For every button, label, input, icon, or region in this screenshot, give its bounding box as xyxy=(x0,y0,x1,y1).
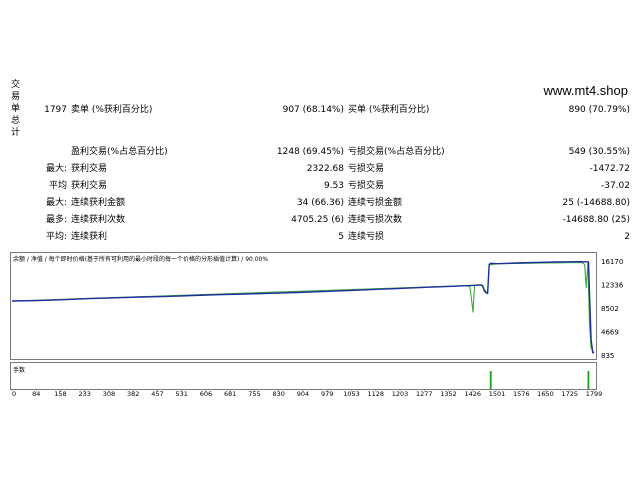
summary-cell-label: 连续获利 xyxy=(71,232,108,242)
y-tick-label: 8502 xyxy=(601,305,619,313)
summary-cell-value: 1248 (69.45%) xyxy=(276,147,344,157)
summary-cell-value: 9.53 xyxy=(323,181,344,191)
summary-cell-value: 25 (-14688.80) xyxy=(562,198,630,208)
summary-cell-value: 2322.68 xyxy=(306,164,344,174)
summary-cell-value: -37.02 xyxy=(600,181,630,191)
volume-bar xyxy=(587,371,590,389)
volume-bar xyxy=(489,371,492,389)
summary-cell-label: 盈利交易(%占总百分比) xyxy=(71,147,168,157)
summary-cell-prefix: 最大: xyxy=(45,164,67,174)
summary-cell-prefix: 平均: xyxy=(45,232,67,242)
balance-chart: 余额 / 净值 / 每个即时价格(基于所有可利用的最小时段的每一个价格的分形插值… xyxy=(10,252,624,397)
summary-cell-label: 连续亏损次数 xyxy=(348,215,403,225)
sidebar-char: 单 xyxy=(11,104,21,114)
summary-cell-label: 连续亏损金额 xyxy=(348,198,403,208)
chart-header: 余额 / 净值 / 每个即时价格(基于所有可利用的最小时段的每一个价格的分形插值… xyxy=(13,255,268,263)
summary-cell-label: 亏损交易 xyxy=(348,164,385,174)
summary-cell-value: 4705.25 (6) xyxy=(291,215,344,225)
summary-cell-value: -1472.72 xyxy=(589,164,630,174)
summary-cell-label: 亏损交易 xyxy=(348,181,385,191)
x-tick-label: 0 xyxy=(12,390,16,397)
x-axis-labels: 0 84 158 233 308 382 457 531 606 681 755 830 904 979 1… xyxy=(12,390,602,397)
summary-cell-prefix: 平均 xyxy=(48,181,67,191)
sidebar-char: 易 xyxy=(11,92,21,102)
summary-cell-label: 连续亏损 xyxy=(348,232,385,242)
y-tick-label: 16170 xyxy=(601,258,623,266)
summary-cell-value: 5 xyxy=(338,232,344,242)
sidebar-char: 总 xyxy=(11,116,21,126)
summary-cell-value: 907 (68.14%) xyxy=(282,105,344,115)
summary-cell-value: 2 xyxy=(624,232,630,242)
summary-cell-value: -14688.80 (25) xyxy=(562,215,630,225)
summary-cell-label: 获利交易 xyxy=(71,181,108,191)
sidebar-char: 交 xyxy=(11,80,21,90)
summary-cell-label: 获利交易 xyxy=(71,164,108,174)
chart-main-frame xyxy=(10,252,597,360)
summary-cell-prefix: 最大: xyxy=(45,198,67,208)
summary-cell-value: 549 (30.55%) xyxy=(568,147,630,157)
y-tick-label: 4669 xyxy=(601,328,619,336)
summary-cell-label: 买单 (%获利百分比) xyxy=(348,105,430,115)
chart-volume-label: 手数 xyxy=(13,366,25,374)
summary-cell-value: 890 (70.79%) xyxy=(568,105,630,115)
summary-cell-count: 1797 xyxy=(44,105,67,115)
y-tick-label: 835 xyxy=(601,352,614,360)
y-tick-label: 12336 xyxy=(601,282,624,290)
summary-cell-prefix: 最多: xyxy=(45,215,67,225)
sidebar-char: 计 xyxy=(11,128,21,138)
site-watermark: www.mt4.shop xyxy=(543,83,628,98)
chart-volume-frame xyxy=(10,362,597,390)
summary-cell-label: 连续获利金额 xyxy=(71,198,126,208)
summary-cell-label: 连续获利次数 xyxy=(71,215,126,225)
summary-cell-value: 34 (66.36) xyxy=(296,198,344,208)
y-axis-labels: 16170 12336 8502 4669 835 xyxy=(601,258,624,360)
summary-cell-label: 亏损交易(%占总百分比) xyxy=(348,147,445,157)
summary-cell-label: 卖单 (%获利百分比) xyxy=(71,105,153,115)
